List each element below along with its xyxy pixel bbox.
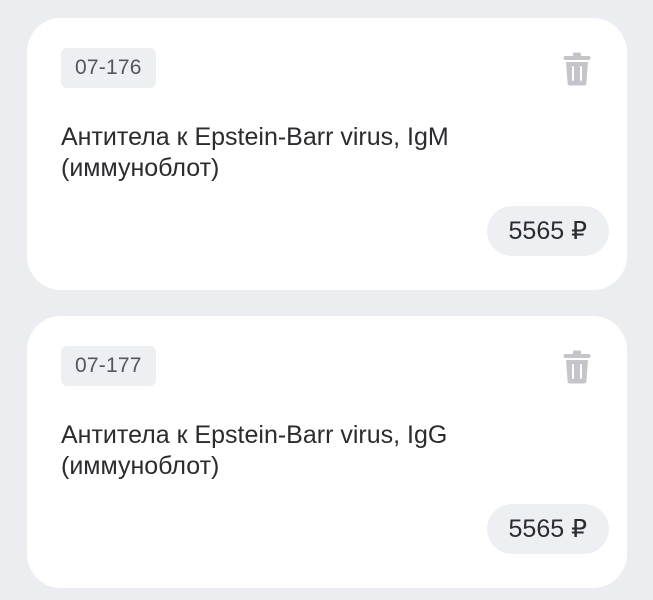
cart-item-list: 07-176 Антитела к Epstein-Barr virus, Ig… [0,0,653,600]
delete-item-button[interactable] [561,348,593,386]
delete-item-button[interactable] [561,50,593,88]
cart-item-card: 07-177 Антитела к Epstein-Barr virus, Ig… [27,316,627,588]
item-price: 5565 ₽ [486,504,609,554]
item-code-badge: 07-177 [61,346,156,386]
item-code-badge: 07-176 [61,48,156,88]
item-price: 5565 ₽ [486,206,609,256]
trash-icon [563,350,591,384]
trash-icon [563,52,591,86]
cart-item-card: 07-176 Антитела к Epstein-Barr virus, Ig… [27,18,627,290]
item-title: Антитела к Epstein-Barr virus, IgG (имму… [61,421,448,480]
item-title: Антитела к Epstein-Barr virus, IgM (имму… [61,123,449,182]
